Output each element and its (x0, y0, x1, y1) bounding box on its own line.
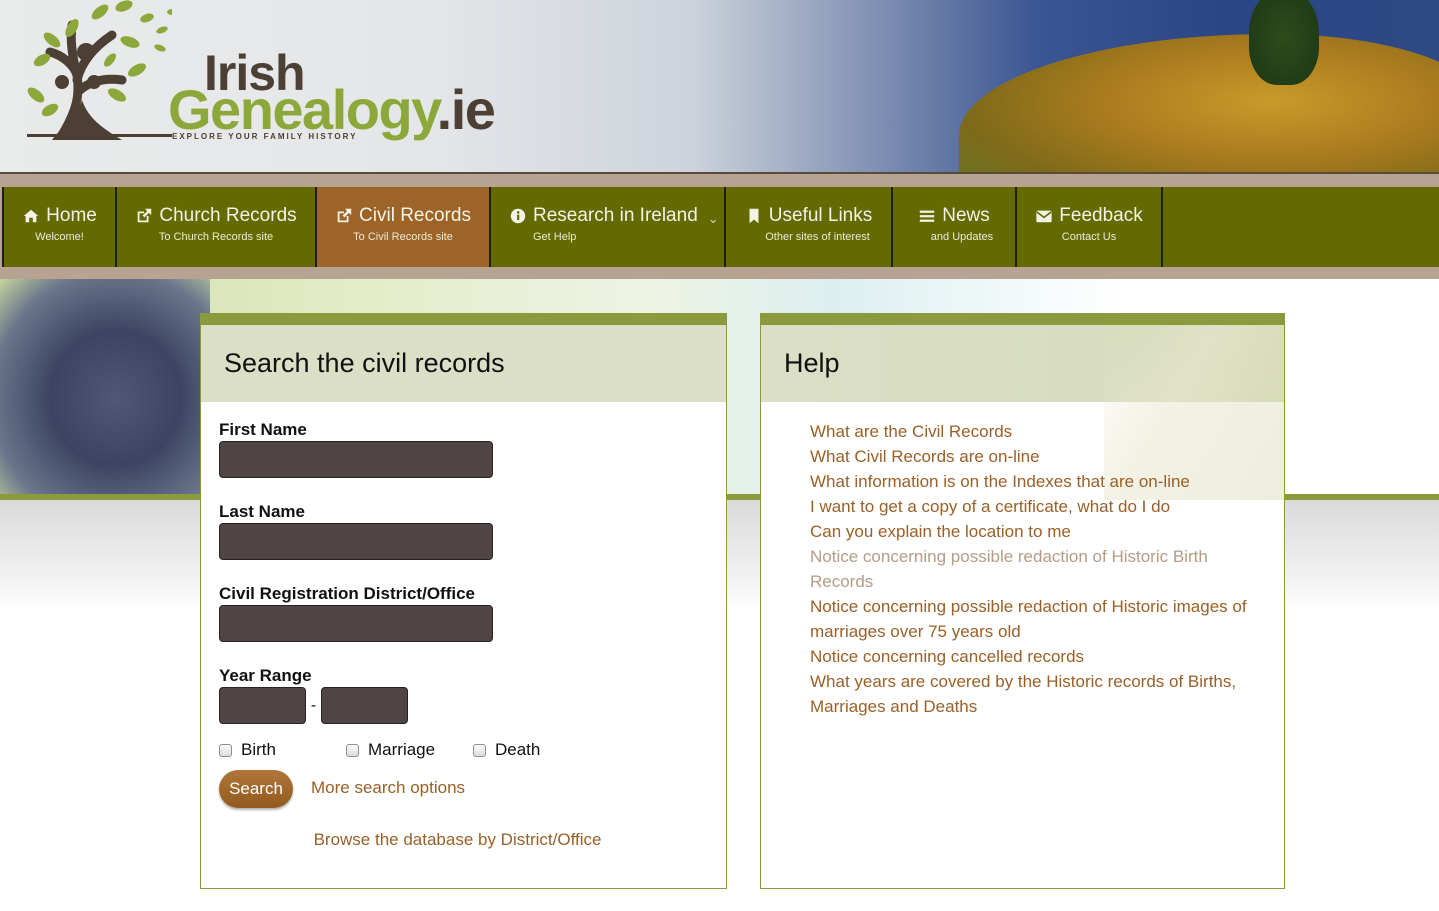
chevron-down-icon[interactable]: ⌄ (708, 211, 719, 227)
nav-label: Research in Ireland (533, 205, 698, 226)
logo-text-suffix: .ie (436, 78, 496, 141)
nav-wrapper: Home Welcome! Church Records To Church R… (0, 174, 1439, 279)
help-link[interactable]: I want to get a copy of a certificate, w… (810, 494, 1270, 519)
search-actions: Search More search options (219, 770, 726, 808)
search-form: First Name Last Name Civil Registration … (201, 402, 726, 850)
nav-label: Feedback (1059, 205, 1143, 226)
search-button[interactable]: Search (219, 770, 293, 808)
header-landscape-image (959, 34, 1439, 174)
district-label: Civil Registration District/Office (219, 584, 475, 603)
logo-tagline: EXPLORE YOUR FAMILY HISTORY (172, 132, 358, 141)
info-icon (510, 208, 526, 224)
nav-item-home[interactable]: Home Welcome! (2, 187, 117, 267)
nav-label: Home (46, 205, 97, 226)
birth-checkbox-option[interactable]: Birth (219, 740, 346, 760)
nav-sublabel: To Civil Records site (353, 231, 453, 243)
marriage-checkbox[interactable] (346, 743, 359, 757)
marriage-checkbox-option[interactable]: Marriage (346, 740, 473, 760)
nav-item-civil-records[interactable]: Civil Records To Civil Records site (317, 187, 491, 267)
main-nav: Home Welcome! Church Records To Church R… (2, 187, 1439, 267)
nav-sublabel: and Updates (930, 231, 994, 243)
help-link[interactable]: What Civil Records are on-line (810, 444, 1270, 469)
nav-sublabel: Other sites of interest (765, 231, 870, 243)
help-link[interactable]: Notice concerning possible redaction of … (810, 594, 1270, 644)
search-panel: Search the civil records First Name Last… (200, 313, 727, 889)
logo-text-genealogy: Genealogy.ie (168, 82, 496, 138)
last-name-label: Last Name (219, 502, 305, 521)
nav-item-research-main: Research in Ireland ⌄ (509, 205, 719, 227)
year-to-input[interactable] (321, 687, 408, 724)
nav-item-church-main: Church Records (135, 205, 297, 227)
year-separator: - (310, 696, 317, 714)
search-panel-header: Search the civil records (201, 325, 726, 402)
help-link[interactable]: Notice concerning cancelled records (810, 644, 1270, 669)
nav-item-links-main: Useful Links (745, 205, 873, 227)
nav-item-civil-main: Civil Records (335, 205, 471, 227)
nav-sublabel: Contact Us (1061, 231, 1117, 243)
nav-label: Civil Records (359, 205, 471, 226)
nav-item-feedback[interactable]: Feedback Contact Us (1017, 187, 1163, 267)
district-input[interactable] (219, 605, 493, 642)
nav-item-news-main: News (918, 205, 990, 227)
browse-container: Browse the database by District/Office (219, 830, 726, 850)
historic-photo-image (0, 279, 210, 496)
nav-label: News (942, 205, 990, 226)
bookmark-icon (749, 208, 759, 224)
first-name-input[interactable] (219, 441, 493, 478)
site-logo[interactable]: Irish Genealogy.ie EXPLORE YOUR FAMILY H… (22, 0, 496, 150)
help-panel-title: Help (784, 348, 840, 378)
site-header: Irish Genealogy.ie EXPLORE YOUR FAMILY H… (0, 0, 1439, 174)
help-link[interactable]: Can you explain the location to me (810, 519, 1270, 544)
marriage-checkbox-label: Marriage (368, 740, 436, 759)
record-type-checkboxes: Birth Marriage Death (219, 740, 726, 760)
family-tree-icon (27, 0, 172, 140)
year-range: - (219, 687, 726, 724)
nav-sublabel: To Church Records site (158, 231, 274, 243)
nav-sublabel: Welcome! (35, 231, 84, 243)
death-checkbox[interactable] (473, 743, 486, 757)
nav-item-home-main: Home (22, 205, 97, 227)
external-link-icon (138, 208, 152, 223)
birth-checkbox-label: Birth (241, 740, 276, 759)
external-link-icon (337, 208, 352, 223)
first-name-label: First Name (219, 420, 307, 439)
help-link-visited[interactable]: Notice concerning possible redaction of … (810, 544, 1270, 594)
help-links: What are the Civil Records What Civil Re… (761, 402, 1284, 719)
home-icon (23, 209, 39, 223)
nav-item-research-in-ireland[interactable]: Research in Ireland ⌄ Get Help (491, 187, 726, 267)
nav-item-feedback-main: Feedback (1035, 205, 1143, 227)
year-range-label: Year Range (219, 666, 312, 685)
birth-checkbox[interactable] (219, 743, 232, 757)
help-link[interactable]: What years are covered by the Historic r… (810, 669, 1270, 719)
last-name-input[interactable] (219, 523, 493, 560)
nav-sublabel: Get Help (533, 231, 577, 243)
menu-icon (920, 210, 935, 222)
death-checkbox-label: Death (495, 740, 541, 759)
nav-item-useful-links[interactable]: Useful Links Other sites of interest (726, 187, 893, 267)
envelope-icon (1036, 210, 1052, 223)
help-link[interactable]: What information is on the Indexes that … (810, 469, 1270, 494)
help-link[interactable]: What are the Civil Records (810, 419, 1270, 444)
browse-by-district-link[interactable]: Browse the database by District/Office (314, 830, 602, 849)
help-panel: Help What are the Civil Records What Civ… (760, 313, 1285, 889)
search-panel-title: Search the civil records (224, 348, 505, 378)
nav-item-news[interactable]: News and Updates (893, 187, 1017, 267)
death-checkbox-option[interactable]: Death (473, 740, 540, 760)
year-from-input[interactable] (219, 687, 306, 724)
nav-label: Useful Links (768, 205, 873, 226)
more-search-options-link[interactable]: More search options (311, 778, 465, 798)
header-tree-image (1249, 0, 1319, 85)
nav-item-church-records[interactable]: Church Records To Church Records site (117, 187, 317, 267)
nav-label: Church Records (159, 205, 297, 226)
